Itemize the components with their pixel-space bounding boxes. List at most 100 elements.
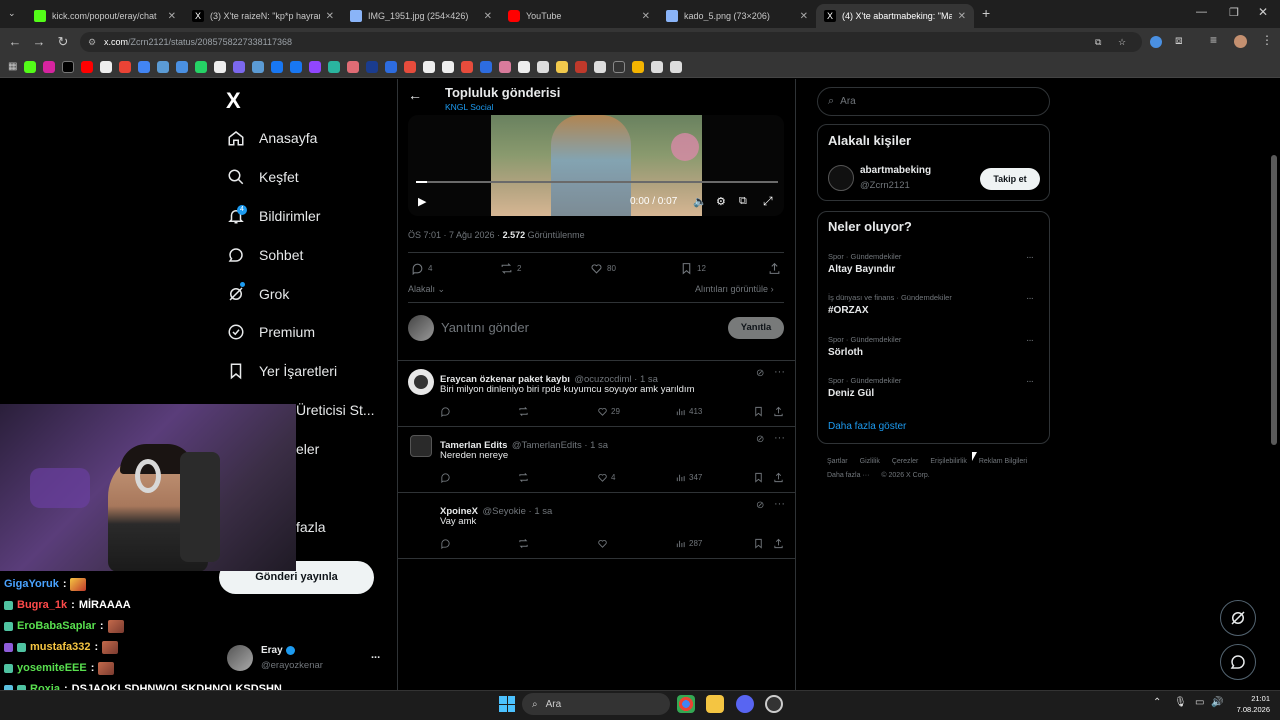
bookmark-icon[interactable] bbox=[404, 60, 417, 73]
bookmark-icon[interactable] bbox=[195, 60, 208, 73]
reply-handle[interactable]: @Seyokie · 1 sa bbox=[482, 506, 552, 517]
bookmark-icon[interactable] bbox=[366, 60, 379, 73]
views-button[interactable]: 413 bbox=[675, 406, 702, 417]
repost-button[interactable]: 2 bbox=[500, 262, 521, 275]
more-icon[interactable]: ... bbox=[371, 649, 380, 661]
reply-button[interactable] bbox=[440, 538, 451, 549]
more-icon[interactable]: ··· bbox=[774, 366, 785, 378]
trend-item[interactable]: #ORZAX bbox=[828, 305, 869, 316]
bookmark-icon[interactable] bbox=[575, 60, 588, 73]
site-info-icon[interactable]: ⚙ bbox=[88, 37, 96, 48]
pip-icon[interactable]: ⧉ bbox=[739, 195, 747, 208]
reply-item[interactable]: XpoineX @Seyokie · 1 sa ⊘ ··· Vay amk 28… bbox=[398, 493, 795, 559]
bookmark-icon[interactable] bbox=[214, 60, 227, 73]
video-player[interactable]: ▶ 0:00 / 0:07 🔈 ⚙ ⧉ ⤢ bbox=[408, 115, 784, 216]
minimize-button[interactable]: — bbox=[1196, 6, 1207, 18]
reply-item[interactable]: Tamerlan Edits @TamerlanEdits · 1 sa ⊘ ·… bbox=[398, 427, 795, 493]
trend-item[interactable]: Deniz Gül bbox=[828, 388, 874, 399]
network-icon[interactable]: ▭ bbox=[1195, 697, 1204, 708]
scrollbar[interactable] bbox=[1271, 155, 1277, 445]
bookmark-icon[interactable] bbox=[499, 60, 512, 73]
footer-link[interactable]: Reklam Bilgileri bbox=[979, 458, 1027, 465]
footer-link[interactable]: Daha fazla ··· bbox=[827, 472, 869, 479]
bookmark-icon[interactable] bbox=[385, 60, 398, 73]
trend-item[interactable]: Sörloth bbox=[828, 347, 863, 358]
grok-float-button[interactable] bbox=[1220, 600, 1256, 636]
like-button[interactable]: 80 bbox=[590, 262, 616, 275]
close-icon[interactable]: ✕ bbox=[800, 11, 808, 22]
search-input[interactable]: ⌕ Ara bbox=[817, 87, 1050, 116]
more-icon[interactable]: ··· bbox=[774, 432, 785, 444]
tab-search-icon[interactable]: ⌄ bbox=[8, 8, 16, 19]
messages-float-button[interactable] bbox=[1220, 644, 1256, 680]
settings-icon[interactable]: ⚙ bbox=[716, 195, 726, 208]
play-icon[interactable]: ▶ bbox=[418, 195, 426, 208]
bookmark-icon[interactable] bbox=[62, 60, 75, 73]
discord-icon[interactable] bbox=[736, 695, 754, 713]
app-icon[interactable] bbox=[765, 695, 783, 713]
post-timestamp[interactable]: ÖS 7:01 · 7 Ağu 2026 · bbox=[408, 230, 503, 240]
grok-icon[interactable]: ⊘ bbox=[756, 368, 764, 379]
install-icon[interactable]: ⧉ bbox=[1095, 37, 1101, 48]
tab[interactable]: kado_5.png (73×206) ✕ bbox=[658, 4, 816, 28]
footer-link[interactable]: Çerezler bbox=[892, 458, 918, 465]
menu-icon[interactable]: ⋮ bbox=[1261, 33, 1273, 47]
sidebar-item-more[interactable]: fazla bbox=[296, 519, 326, 535]
repost-button[interactable] bbox=[518, 406, 529, 417]
like-button[interactable] bbox=[597, 538, 608, 549]
bookmark-icon[interactable] bbox=[43, 60, 56, 73]
suggested-user-name[interactable]: abartmabeking bbox=[860, 165, 931, 176]
more-icon[interactable]: ··· bbox=[1026, 252, 1034, 263]
reply-button[interactable] bbox=[440, 472, 451, 483]
sidebar-item-explore[interactable]: Keşfet bbox=[227, 164, 299, 190]
sidebar-item-bookmarks[interactable]: Yer İşaretleri bbox=[227, 358, 337, 384]
share-button[interactable] bbox=[773, 406, 784, 417]
maximize-button[interactable]: ❐ bbox=[1229, 6, 1239, 19]
bookmark-icon[interactable] bbox=[309, 60, 322, 73]
bookmark-icon[interactable] bbox=[290, 60, 303, 73]
more-icon[interactable]: ··· bbox=[774, 498, 785, 510]
bookmark-icon[interactable] bbox=[461, 60, 474, 73]
bookmark-icon[interactable] bbox=[442, 60, 455, 73]
fullscreen-icon[interactable]: ⤢ bbox=[763, 194, 773, 209]
video-progress-bar[interactable] bbox=[416, 181, 778, 183]
chevron-up-icon[interactable]: ⌃ bbox=[1153, 697, 1161, 708]
bookmark-icon[interactable] bbox=[233, 60, 246, 73]
like-button[interactable]: 29 bbox=[597, 406, 620, 417]
bookmark-icon[interactable] bbox=[271, 60, 284, 73]
footer-link[interactable]: Şartlar bbox=[827, 458, 848, 465]
sidebar-item-creator[interactable]: Üreticisi St... bbox=[296, 402, 375, 418]
tab[interactable]: YouTube ✕ bbox=[500, 4, 658, 28]
reply-button[interactable] bbox=[440, 406, 451, 417]
bookmark-icon[interactable] bbox=[632, 60, 645, 73]
bookmark-icon[interactable] bbox=[138, 60, 151, 73]
taskbar-clock[interactable]: 21:01 7.08.2026 bbox=[1236, 693, 1270, 715]
footer-link[interactable]: Gizlilik bbox=[860, 458, 880, 465]
profile-avatar[interactable] bbox=[1234, 35, 1247, 48]
bookmark-icon[interactable] bbox=[119, 60, 132, 73]
more-icon[interactable]: ··· bbox=[1026, 335, 1034, 346]
apps-icon[interactable]: ▦ bbox=[8, 61, 17, 72]
bookmark-icon[interactable] bbox=[328, 60, 341, 73]
repost-button[interactable] bbox=[518, 538, 529, 549]
share-button[interactable] bbox=[773, 472, 784, 483]
bookmark-icon[interactable] bbox=[24, 60, 37, 73]
trend-item[interactable]: Altay Bayındır bbox=[828, 264, 895, 275]
bookmark-icon[interactable] bbox=[252, 60, 265, 73]
sidebar-item-chat[interactable]: Sohbet bbox=[227, 242, 303, 268]
show-more-link[interactable]: Daha fazla göster bbox=[828, 421, 906, 432]
tab[interactable]: X (3) X'te raizeN: "kp*p hayranları ✕ bbox=[184, 4, 342, 28]
close-window-button[interactable]: ✕ bbox=[1258, 5, 1268, 19]
sidebar-item-premium[interactable]: Premium bbox=[227, 319, 315, 345]
volume-icon[interactable]: 🔈 bbox=[693, 195, 707, 208]
bookmark-button[interactable] bbox=[753, 538, 764, 549]
bookmark-icon[interactable] bbox=[518, 60, 531, 73]
url-input[interactable]: ⚙ x.com/Zcrn2121/status/2085758227338117… bbox=[80, 32, 1142, 52]
follow-button[interactable]: Takip et bbox=[980, 168, 1040, 190]
reply-input[interactable]: Yanıtını gönder bbox=[441, 320, 529, 335]
volume-icon[interactable]: 🔊 bbox=[1211, 697, 1223, 708]
more-icon[interactable]: ··· bbox=[1026, 376, 1034, 387]
microphone-icon[interactable]: 🎙 bbox=[1174, 697, 1187, 708]
view-quotes-link[interactable]: Alıntıları görüntüle › bbox=[695, 284, 774, 294]
more-icon[interactable]: ··· bbox=[1026, 293, 1034, 304]
